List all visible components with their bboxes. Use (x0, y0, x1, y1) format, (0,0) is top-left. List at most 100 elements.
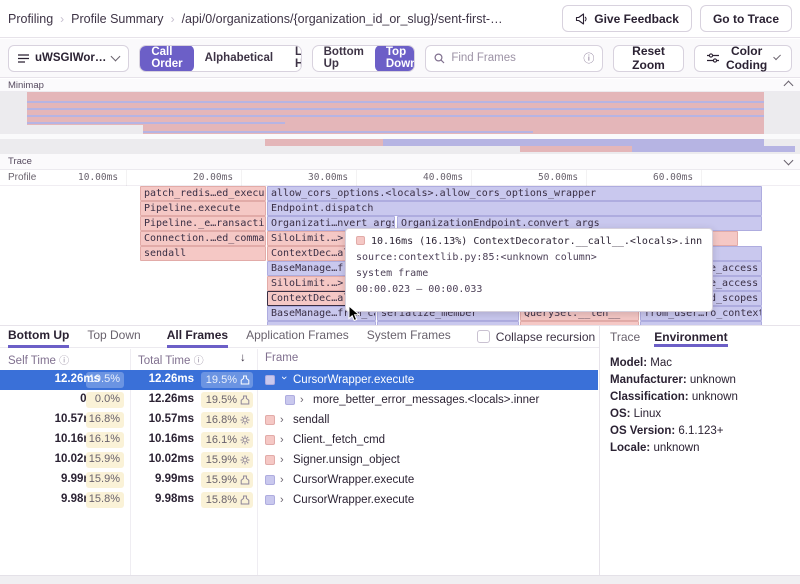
self-time-value: 10.02ms (0, 453, 100, 465)
collapse-recursion-label: Collapse recursion (496, 330, 595, 344)
chevron-collapsed-icon[interactable]: › (280, 494, 288, 506)
flamegraph-frame[interactable]: sendall (140, 246, 266, 261)
frame-name: CursorWrapper.execute (293, 494, 414, 506)
tab-trace[interactable]: Trace (610, 330, 640, 347)
total-time-percent: 16.1% (201, 432, 253, 448)
application-frame-icon (240, 495, 250, 505)
flamegraph-frame[interactable]: SiloLimit.…>.over (267, 231, 346, 246)
thread-selector[interactable]: uWSGIWor… (8, 45, 129, 72)
direction-bottom-up[interactable]: Bottom Up (313, 45, 375, 72)
hamburger-icon (18, 54, 29, 63)
frame-name: CursorWrapper.execute (293, 474, 414, 486)
breadcrumb-profiling[interactable]: Profiling (8, 12, 53, 26)
column-total-time[interactable]: Total Time ⓘ (138, 352, 204, 367)
self-time-value: 12.26ms (0, 373, 100, 385)
column-frame[interactable]: Frame (265, 352, 298, 364)
sort-call-order[interactable]: Call Order (140, 45, 193, 72)
megaphone-icon (575, 13, 588, 25)
table-row[interactable]: 9.99ms 15.9% 9.99ms 15.9% ›CursorWrapper… (0, 470, 598, 490)
tick-label: 10.00ms (78, 172, 118, 183)
tab-top-down[interactable]: Top Down (87, 326, 140, 348)
total-time-percent: 16.8% (201, 412, 253, 428)
frame-color-swatch (356, 236, 365, 245)
self-time-percent: 19.5% (86, 372, 124, 388)
chevron-collapsed-icon[interactable]: › (280, 434, 288, 446)
flamegraph-frame[interactable]: Connection.…ed_command (140, 231, 266, 246)
reset-zoom-button[interactable]: Reset Zoom (613, 45, 683, 72)
time-ruler: Profile 10.00ms 20.00ms 30.00ms 40.00ms … (0, 170, 800, 186)
frame-name: Client._fetch_cmd (293, 434, 385, 446)
chevron-collapsed-icon[interactable]: › (280, 474, 288, 486)
flamegraph-frame[interactable] (712, 231, 738, 246)
tab-environment[interactable]: Environment (654, 330, 727, 347)
tick-label: 40.00ms (423, 172, 463, 183)
minimap[interactable] (0, 92, 800, 154)
frame-name: more_better_error_messages.<locals>.inne… (313, 394, 539, 406)
go-to-trace-button[interactable]: Go to Trace (700, 5, 792, 32)
frame-tooltip: 10.16ms (16.13%) ContextDecorator.__call… (345, 228, 713, 312)
tab-all-frames[interactable]: All Frames (167, 326, 228, 348)
tab-system-frames[interactable]: System Frames (367, 326, 451, 348)
sort-left-heavy[interactable]: Left Heavy (284, 45, 302, 72)
application-frame-icon (240, 395, 250, 405)
trace-label: Trace (8, 156, 32, 167)
flamegraph-frame[interactable]: Pipeline._e…ransaction (140, 216, 266, 231)
flamegraph-frame[interactable]: BaseManage…from_c (267, 261, 346, 276)
table-row[interactable]: 10.57ms 16.8% 10.57ms 16.8% ›sendall (0, 410, 598, 430)
tab-application-frames[interactable]: Application Frames (246, 326, 349, 348)
chevron-expanded-icon[interactable]: › (278, 376, 290, 384)
details-panel: Trace Environment Model: Mac Manufacture… (599, 326, 800, 584)
detail-model: Model: Mac (610, 355, 790, 372)
total-time-percent: 19.5% (201, 392, 253, 408)
give-feedback-button[interactable]: Give Feedback (562, 5, 692, 32)
flamegraph-frame[interactable]: ContextDec…als>.i (267, 246, 346, 261)
collapse-recursion-control: Collapse recursion (477, 330, 595, 344)
search-input[interactable] (451, 52, 577, 64)
detail-locale: Locale: unknown (610, 440, 790, 457)
chevron-collapsed-icon[interactable]: › (280, 414, 288, 426)
frame-color-square (265, 415, 275, 425)
table-row[interactable]: 10.16ms 16.1% 10.16ms 16.1% ›Client._fet… (0, 430, 598, 450)
detail-classification: Classification: unknown (610, 389, 790, 406)
column-self-time[interactable]: Self Time ⓘ (8, 352, 69, 367)
table-row[interactable]: 10.02ms 15.9% 10.02ms 15.9% ›Signer.unsi… (0, 450, 598, 470)
chevron-collapsed-icon[interactable]: › (280, 454, 288, 466)
tab-bottom-up[interactable]: Bottom Up (8, 326, 69, 348)
flamegraph-frame[interactable]: allow_cors_options.<locals>.allow_cors_o… (267, 186, 762, 201)
color-coding-button[interactable]: Color Coding (694, 45, 792, 72)
breadcrumb-transaction-name: /api/0/organizations/{organization_id_or… (182, 12, 503, 26)
collapse-minimap-icon[interactable] (784, 80, 794, 90)
total-time-value: 9.98ms (134, 493, 194, 505)
frame-name: sendall (293, 414, 329, 426)
sort-direction-icon[interactable]: ↓ (240, 352, 246, 364)
color-coding-label: Color Coding (725, 44, 769, 72)
direction-top-down[interactable]: Top Down (375, 45, 415, 72)
breadcrumb-profile-summary[interactable]: Profile Summary (71, 12, 163, 26)
collapse-recursion-checkbox[interactable] (477, 330, 490, 343)
flamegraph-frame[interactable]: Endpoint.dispatch (267, 201, 762, 216)
total-time-value: 12.26ms (134, 393, 194, 405)
sort-alphabetical[interactable]: Alphabetical (194, 45, 284, 72)
table-row[interactable]: 9.98ms 15.8% 9.98ms 15.8% ›CursorWrapper… (0, 490, 598, 510)
minimap-bar (27, 115, 764, 117)
tooltip-frame-type: system frame (356, 268, 702, 279)
system-frame-icon (240, 415, 250, 425)
table-row[interactable]: 12.26ms 19.5% 12.26ms 19.5% ›CursorWrapp… (0, 370, 598, 390)
tick-label: 50.00ms (538, 172, 578, 183)
frame-color-square (265, 455, 275, 465)
application-frame-icon (240, 475, 250, 485)
flamegraph-frame[interactable]: SiloLimit.…>.over (267, 276, 346, 291)
table-row[interactable]: 0ns 0.0% 12.26ms 19.5% ›more_better_erro… (0, 390, 598, 410)
frame-name: Signer.unsign_object (293, 454, 400, 466)
top-bar: Profiling › Profile Summary › /api/0/org… (0, 0, 800, 38)
flamegraph-frame[interactable]: Pipeline.execute (140, 201, 266, 216)
flamegraph-frame-hovered[interactable]: ContextDec…als>.i (267, 291, 346, 306)
self-time-percent: 15.8% (86, 492, 124, 508)
frame-color-square (265, 435, 275, 445)
collapse-trace-icon[interactable] (784, 155, 794, 165)
tooltip-time-range: 00:00.023 — 00:00.033 (356, 284, 702, 295)
frame-stats-panel: Bottom Up Top Down All Frames Applicatio… (0, 325, 800, 584)
horizontal-scrollbar-track[interactable] (0, 575, 800, 584)
chevron-collapsed-icon[interactable]: › (300, 394, 308, 406)
flamegraph-frame[interactable]: patch_redis…ed_execute (140, 186, 266, 201)
